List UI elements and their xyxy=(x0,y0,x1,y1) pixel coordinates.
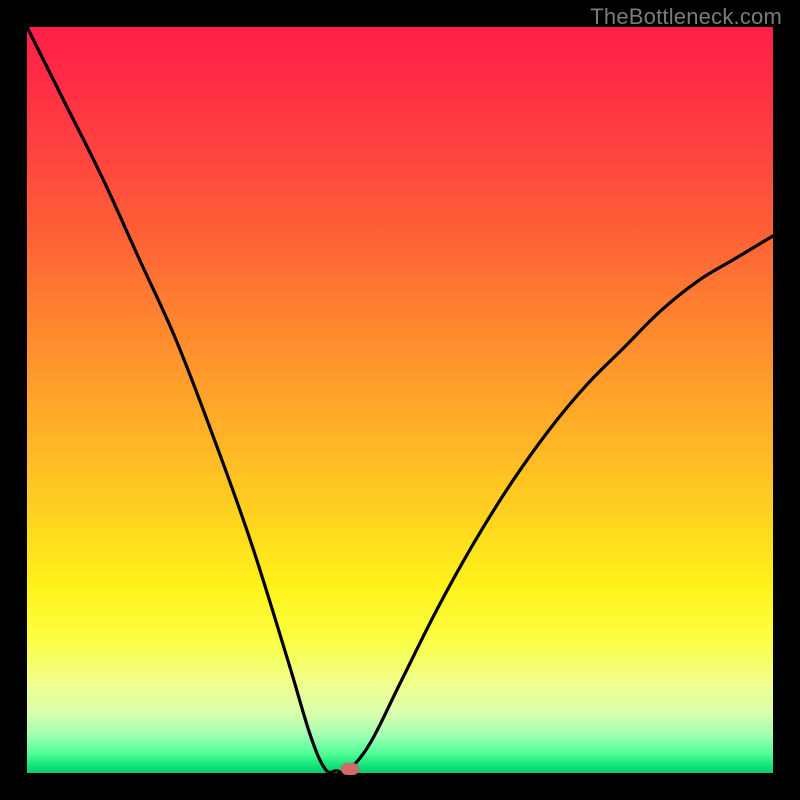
bottleneck-curve xyxy=(27,27,773,773)
chart-plot-area xyxy=(27,27,773,773)
optimal-point-marker xyxy=(341,763,359,775)
outer-frame: TheBottleneck.com xyxy=(0,0,800,800)
